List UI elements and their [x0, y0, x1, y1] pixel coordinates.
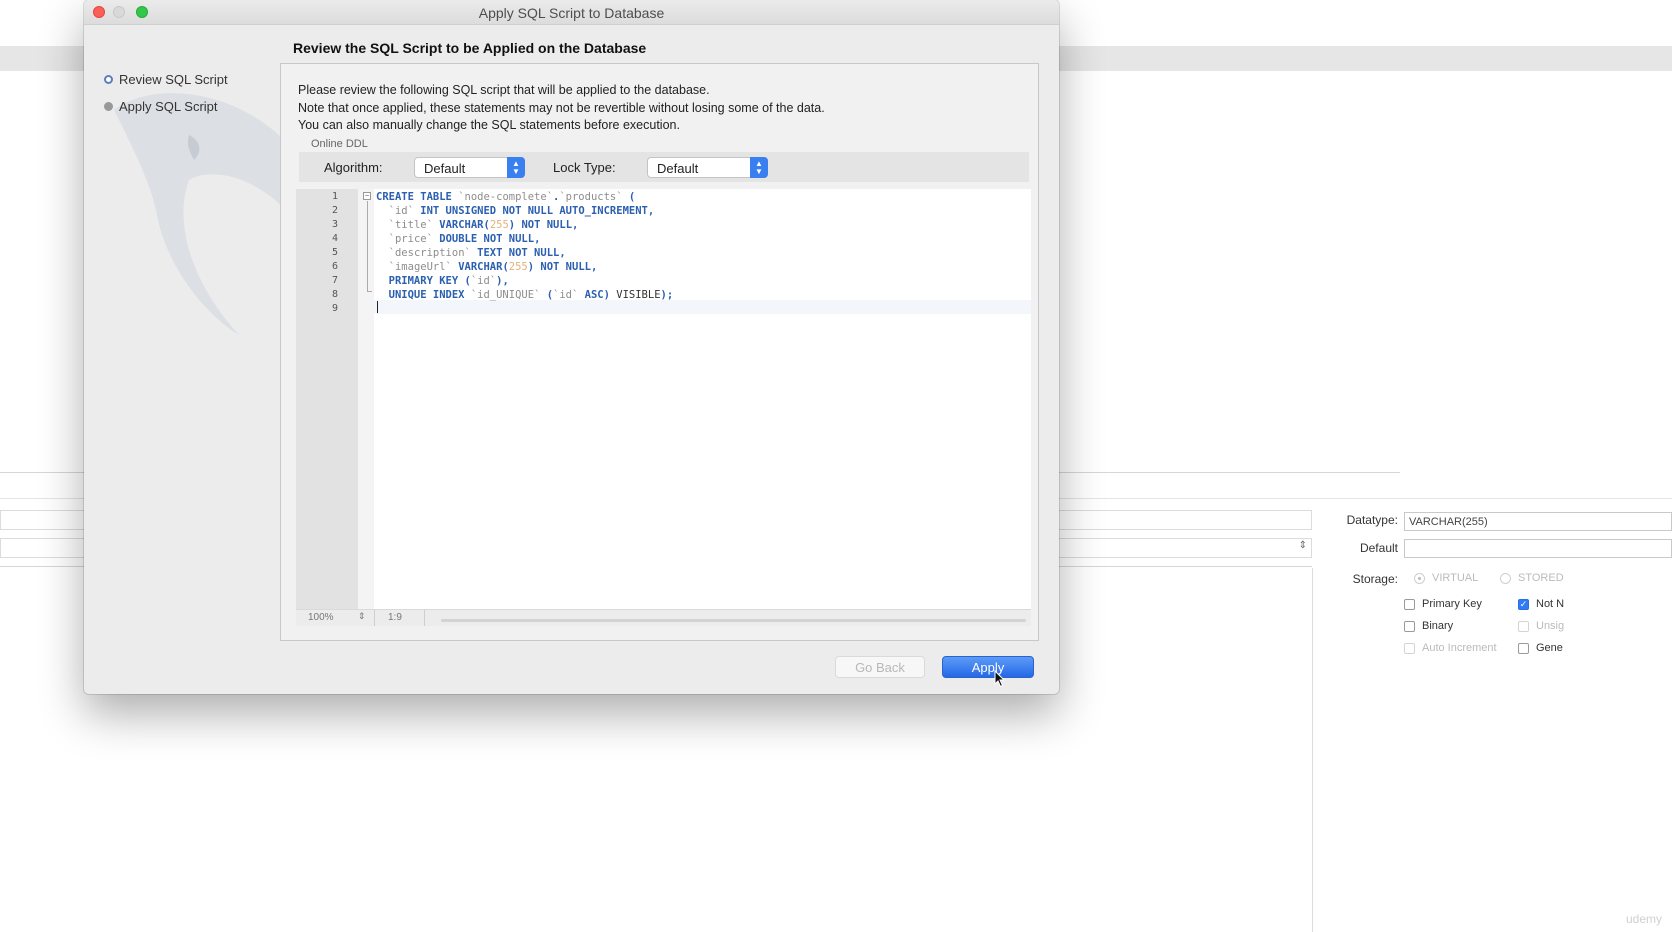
checkbox-icon — [1518, 620, 1529, 632]
datatype-field[interactable]: VARCHAR(255) — [1404, 512, 1672, 531]
line-number: 8 — [331, 289, 338, 300]
go-back-button[interactable]: Go Back — [835, 656, 925, 678]
status-separator — [374, 610, 375, 626]
info-line: Please review the following SQL script t… — [298, 83, 710, 97]
storage-virtual-radio[interactable]: VIRTUAL — [1414, 572, 1478, 584]
text-caret — [377, 301, 378, 313]
checkbox-icon — [1404, 598, 1415, 610]
watermark-logo: udemy — [1625, 912, 1662, 926]
checkbox-icon — [1404, 642, 1415, 654]
sql-editor[interactable]: 1 2 3 4 5 6 7 8 9 − CREATE TABLE `node-c… — [296, 189, 1031, 609]
step-pending-icon — [104, 102, 113, 111]
line-number: 1 — [331, 191, 338, 202]
code-line: `description` TEXT NOT NULL, — [388, 247, 566, 259]
storage-stored-label: STORED — [1518, 572, 1564, 584]
default-field[interactable] — [1404, 539, 1672, 558]
online-ddl-group-label: Online DDL — [311, 138, 368, 150]
datatype-label: Datatype: — [1346, 513, 1398, 527]
checkbox-icon — [1404, 620, 1415, 632]
code-line: `title` VARCHAR(255) NOT NULL, — [388, 219, 579, 231]
chevron-updown-icon: ⇕ — [1298, 540, 1307, 551]
not-null-checkbox[interactable]: ✓ Not N — [1518, 598, 1564, 610]
lock-type-value: Default — [657, 161, 699, 176]
info-line: Note that once applied, these statements… — [298, 100, 825, 115]
line-number: 9 — [331, 303, 338, 314]
storage-stored-radio[interactable]: STORED — [1500, 572, 1564, 584]
radio-icon — [1414, 572, 1425, 584]
step-review-sql-script[interactable]: Review SQL Script — [104, 66, 228, 93]
step-active-icon — [104, 75, 113, 84]
window-title: Apply SQL Script to Database — [478, 5, 665, 21]
fold-guide — [367, 201, 368, 291]
line-number: 5 — [331, 247, 338, 258]
generated-label: Gene — [1536, 642, 1563, 654]
status-separator — [424, 610, 425, 626]
lock-type-label: Lock Type: — [553, 160, 616, 175]
code-line: `price` DOUBLE NOT NULL, — [388, 233, 541, 245]
wizard-steps: Review SQL Script Apply SQL Script — [104, 66, 228, 120]
title-bar: Apply SQL Script to Database — [84, 0, 1059, 25]
chevron-updown-icon: ▲ ▼ — [507, 157, 525, 178]
zoom-stepper-icon[interactable]: ⇕ — [358, 611, 366, 622]
checkmark-icon: ✓ — [1518, 598, 1529, 610]
cursor-position: 1:9 — [388, 612, 402, 623]
line-number-gutter: 1 2 3 4 5 6 7 8 9 — [296, 189, 358, 609]
primary-key-checkbox[interactable]: Primary Key — [1404, 598, 1482, 610]
radio-icon — [1500, 572, 1511, 584]
apply-button[interactable]: Apply — [942, 656, 1034, 678]
mouse-pointer-icon — [994, 670, 1006, 688]
code-line: CREATE TABLE `node-complete`.`products` … — [376, 191, 636, 203]
code-line: PRIMARY KEY (`id`), — [376, 275, 509, 287]
page-title: Review the SQL Script to be Applied on t… — [293, 40, 647, 56]
line-number: 3 — [331, 219, 338, 230]
checkbox-icon — [1518, 642, 1529, 654]
binary-label: Binary — [1422, 620, 1454, 632]
algorithm-select[interactable]: Default ▲ ▼ — [414, 157, 525, 178]
collapse-icon[interactable]: − — [363, 192, 371, 200]
unsigned-checkbox[interactable]: Unsig — [1518, 620, 1564, 632]
code-line: UNIQUE INDEX `id_UNIQUE` (`id` ASC) VISI… — [376, 289, 674, 301]
primary-key-label: Primary Key — [1422, 598, 1482, 610]
code-line: `id` INT UNSIGNED NOT NULL AUTO_INCREMEN… — [388, 205, 655, 217]
auto-increment-checkbox[interactable]: Auto Increment — [1404, 642, 1497, 654]
line-number: 4 — [331, 233, 338, 244]
review-panel: Please review the following SQL script t… — [280, 63, 1039, 641]
not-null-label: Not N — [1536, 598, 1565, 610]
auto-increment-label: Auto Increment — [1422, 642, 1497, 654]
fold-guide-end — [367, 291, 372, 292]
line-number: 7 — [331, 275, 338, 286]
unsigned-label: Unsig — [1536, 620, 1565, 632]
background-vertical-divider — [1312, 568, 1313, 932]
info-line: You can also manually change the SQL sta… — [298, 118, 680, 132]
chevron-updown-icon: ▲ ▼ — [750, 157, 768, 178]
lock-type-select[interactable]: Default ▲ ▼ — [647, 157, 768, 178]
step-apply-sql-script[interactable]: Apply SQL Script — [104, 93, 228, 120]
zoom-level[interactable]: 100% — [308, 612, 334, 623]
step-label: Review SQL Script — [119, 72, 228, 87]
editor-status-bar: 100% ⇕ 1:9 — [296, 609, 1031, 626]
algorithm-value: Default — [424, 161, 466, 176]
line-number: 2 — [331, 205, 338, 216]
storage-virtual-label: VIRTUAL — [1432, 572, 1479, 584]
line-number: 6 — [331, 261, 338, 272]
code-line: `imageUrl` VARCHAR(255) NOT NULL, — [388, 261, 598, 273]
default-label: Default — [1359, 541, 1398, 555]
step-label: Apply SQL Script — [119, 99, 218, 114]
online-ddl-row: Algorithm: Default ▲ ▼ Lock Type: Default… — [299, 152, 1029, 182]
algorithm-label: Algorithm: — [324, 160, 383, 175]
current-line-highlight — [374, 300, 1031, 314]
fold-margin — [358, 189, 374, 609]
generated-checkbox[interactable]: Gene — [1518, 642, 1563, 654]
storage-label: Storage: — [1352, 572, 1398, 586]
info-text: Please review the following SQL script t… — [298, 82, 825, 135]
binary-checkbox[interactable]: Binary — [1404, 620, 1453, 632]
apply-sql-dialog: Apply SQL Script to Database Review SQL … — [84, 0, 1059, 694]
horizontal-scrollbar[interactable] — [441, 619, 1026, 622]
